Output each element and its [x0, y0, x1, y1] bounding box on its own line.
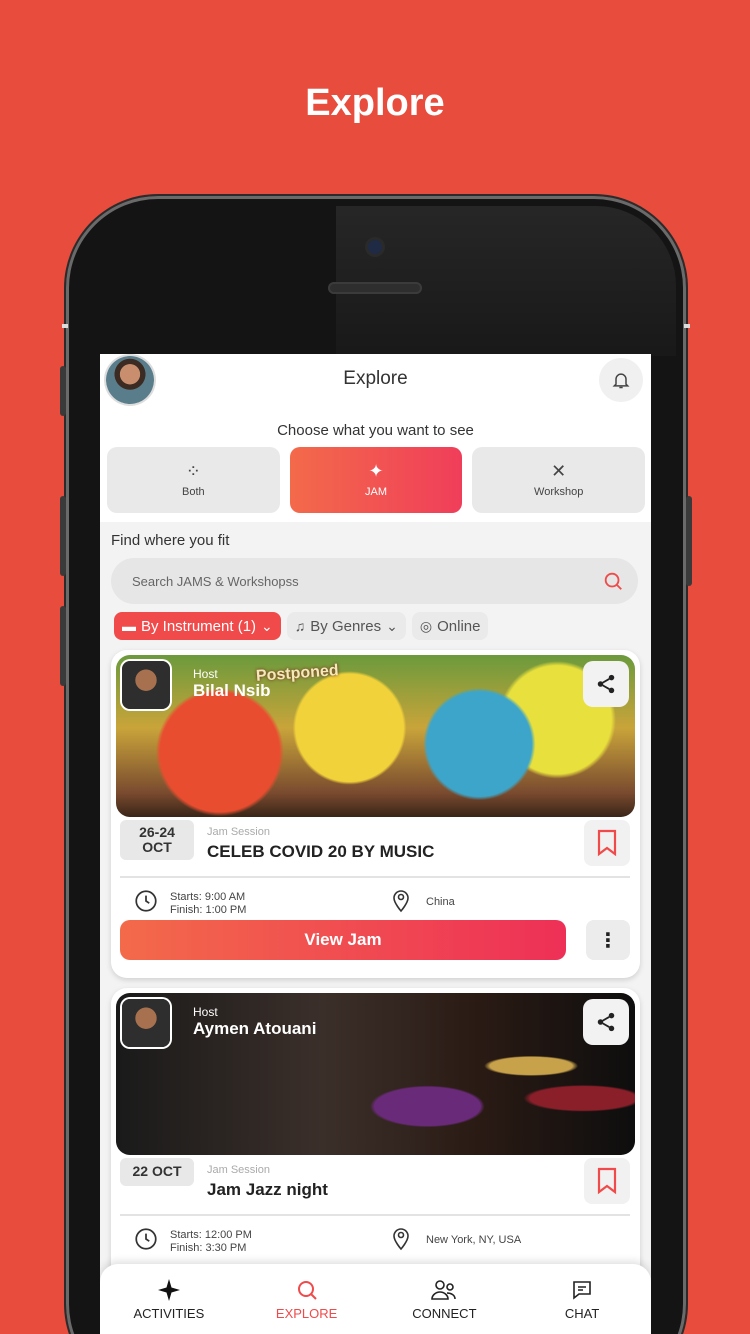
filter-by-instrument[interactable]: ▬ By Instrument (1) ⌄ [114, 612, 281, 640]
nav-explore-label: EXPLORE [275, 1305, 338, 1321]
search-input[interactable] [132, 573, 602, 589]
bell-icon [612, 373, 630, 389]
nav-activities-label: ACTIVITIES [133, 1305, 205, 1321]
volume-down-button [60, 606, 66, 686]
sparkle-icon: ✦ [368, 461, 384, 481]
date-month: OCT [142, 839, 172, 855]
option-both-label: Both [182, 486, 205, 498]
chat-icon [573, 1280, 591, 1300]
people-icon [431, 1279, 457, 1300]
more-vertical-icon: ⋮ [598, 929, 618, 952]
choose-label: Choose what you want to see [277, 422, 474, 439]
filter-chips: ▬ By Instrument (1) ⌄ ♫ By Genres ⌄ ◎ On… [114, 612, 489, 640]
filter-online-label: Online [437, 617, 481, 635]
host-label: Host [193, 667, 218, 681]
nav-explore[interactable]: EXPLORE [238, 1264, 376, 1334]
event-image: Host Aymen Atouani [116, 993, 635, 1155]
chevron-down-icon: ⌄ [386, 617, 398, 634]
bookmark-button[interactable] [584, 1158, 630, 1204]
share-button[interactable] [583, 999, 629, 1045]
view-jam-button[interactable]: View Jam [120, 920, 566, 960]
nav-activities[interactable]: ACTIVITIES [100, 1264, 238, 1334]
earpiece-speaker [328, 282, 422, 294]
event-times: Starts: 12:00 PM Finish: 3:30 PM [170, 1229, 252, 1255]
sparkle-icon [157, 1278, 180, 1301]
promo-title: Explore [305, 82, 445, 124]
session-type: Jam Session [207, 826, 270, 838]
option-jam-label: JAM [365, 486, 387, 498]
nav-connect[interactable]: CONNECT [376, 1264, 514, 1334]
session-title: Jam Jazz night [207, 1180, 328, 1199]
bezel-mark-right [684, 324, 690, 328]
host-avatar [122, 999, 170, 1047]
start-time: Starts: 12:00 PM [170, 1229, 252, 1241]
chevron-down-icon: ⌄ [261, 617, 273, 634]
phone-glare [336, 206, 676, 356]
date-badge: 26-24 OCT [120, 820, 194, 860]
finish-time: Finish: 3:30 PM [170, 1242, 247, 1254]
event-image: Postponed Host Bilal Nsib [116, 655, 635, 817]
location-pin-icon [393, 890, 409, 913]
music-note-icon: ♫ [294, 618, 306, 634]
option-both[interactable]: ⁘ Both [107, 447, 280, 513]
nav-chat-label: CHAT [564, 1305, 600, 1321]
location-pin-icon [393, 1228, 409, 1251]
host-name: Bilal Nsib [193, 681, 271, 700]
session-title: CELEB COVID 20 BY MUSIC [207, 842, 435, 861]
guitar-icon: ▬ [122, 618, 136, 634]
date-days: 22 OCT [132, 1163, 182, 1179]
divider [120, 1214, 630, 1216]
search-icon [297, 1280, 317, 1300]
bookmark-button[interactable] [584, 820, 630, 866]
bookmark-icon [597, 829, 617, 857]
share-icon [597, 1012, 615, 1032]
explore-content: Find where you fit ▬ By Instrument (1) ⌄… [100, 522, 651, 1334]
bezel-mark-left [62, 324, 68, 328]
sparkle-small-icon: ⁘ [185, 461, 201, 481]
more-options-button[interactable]: ⋮ [586, 920, 630, 960]
option-jam[interactable]: ✦ JAM [289, 447, 463, 513]
host-name: Aymen Atouani [193, 1019, 317, 1038]
clock-icon [135, 1228, 157, 1250]
filter-by-genres[interactable]: ♫ By Genres ⌄ [286, 612, 406, 640]
event-card[interactable]: Postponed Host Bilal Nsib 26-24 OCT Jam … [111, 650, 640, 978]
globe-icon: ◎ [419, 617, 433, 634]
share-button[interactable] [583, 661, 629, 707]
front-camera [368, 240, 382, 254]
option-workshop[interactable]: ✕ Workshop [472, 447, 646, 513]
option-workshop-label: Workshop [534, 486, 584, 498]
event-location: New York, NY, USA [426, 1234, 522, 1246]
start-time: Starts: 9:00 AM [170, 891, 246, 903]
share-icon [597, 674, 615, 694]
host-label: Host [193, 1005, 218, 1019]
divider [120, 876, 630, 878]
power-button [686, 496, 692, 586]
filter-by-instrument-label: By Instrument (1) [141, 617, 257, 635]
search-icon[interactable] [602, 570, 624, 592]
bookmark-icon [597, 1167, 617, 1195]
mute-switch [60, 366, 66, 416]
bottom-nav: ACTIVITIES EXPLORE CONNECT CHAT [100, 1264, 651, 1334]
date-days: 26-24 [139, 824, 175, 840]
page-title: Explore [343, 368, 408, 389]
finish-time: Finish: 1:00 PM [170, 904, 247, 916]
nav-connect-label: CONNECT [412, 1305, 477, 1321]
top-bar: Explore [100, 354, 651, 410]
type-selector: ⁘ Both ✦ JAM ✕ Workshop [107, 447, 646, 513]
host-avatar [122, 661, 170, 709]
event-times: Starts: 9:00 AM Finish: 1:00 PM [170, 891, 246, 917]
filter-by-genres-label: By Genres [310, 617, 382, 635]
search-bar [111, 558, 638, 604]
notifications-button[interactable] [599, 358, 643, 402]
clock-icon [135, 890, 157, 912]
app-screen: Explore Choose what you want to see ⁘ Bo… [100, 354, 651, 1334]
nav-chat[interactable]: CHAT [513, 1264, 651, 1334]
find-label: Find where you fit [111, 532, 230, 549]
x-icon: ✕ [551, 461, 567, 481]
volume-up-button [60, 496, 66, 576]
event-location: China [426, 896, 455, 908]
date-badge: 22 OCT [120, 1158, 194, 1186]
session-type: Jam Session [207, 1164, 270, 1176]
filter-online[interactable]: ◎ Online [411, 612, 489, 640]
